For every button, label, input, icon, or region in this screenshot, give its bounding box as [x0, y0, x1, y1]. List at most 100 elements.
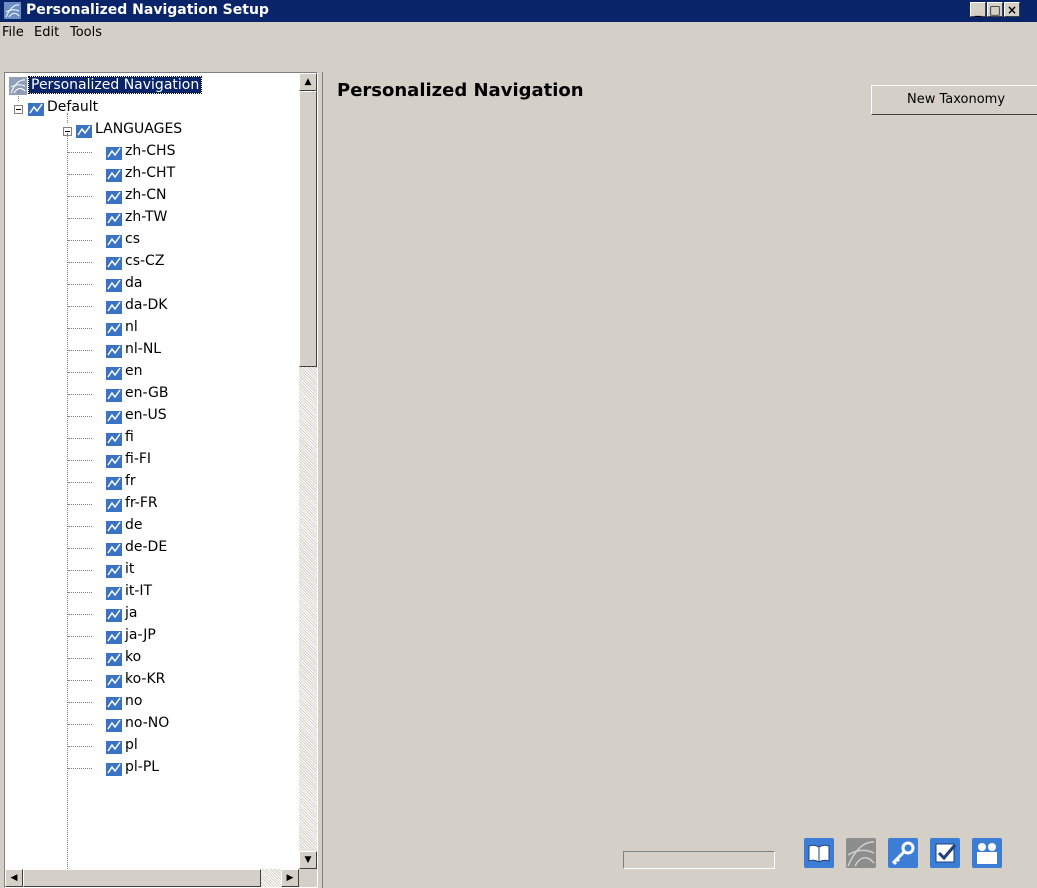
- folder-chart-icon: [28, 103, 44, 116]
- tree-leaf-label: no: [125, 693, 143, 709]
- tree-leaf-item[interactable]: ja: [5, 603, 255, 625]
- tree-leaf-item[interactable]: it: [5, 559, 255, 581]
- tree-leaf-label: pl-PL: [125, 759, 160, 775]
- checklist-icon[interactable]: [929, 837, 961, 869]
- tree-leaf-item[interactable]: pl-PL: [5, 757, 255, 779]
- tree-leaf-item[interactable]: zh-CHT: [5, 163, 255, 185]
- tree-leaf-item[interactable]: no: [5, 691, 255, 713]
- tree-leaf-item[interactable]: de-DE: [5, 537, 255, 559]
- tree-leaf-label: no-NO: [125, 715, 170, 731]
- tree-line: [68, 152, 92, 154]
- tree-leaf-item[interactable]: ja-JP: [5, 625, 255, 647]
- tree-leaf-item[interactable]: da-DK: [5, 295, 255, 317]
- scroll-up-button[interactable]: ▲: [299, 73, 317, 91]
- tree-leaf-label: zh-CHS: [125, 143, 176, 159]
- menu-tools[interactable]: Tools: [70, 25, 102, 40]
- menu-edit[interactable]: Edit: [34, 25, 59, 40]
- tree-node-label: Default: [47, 99, 99, 115]
- tree-leaf-item[interactable]: nl: [5, 317, 255, 339]
- tree-leaf-item[interactable]: fi: [5, 427, 255, 449]
- scrollbar-corner: [299, 869, 317, 887]
- horizontal-scroll-thumb[interactable]: [23, 869, 261, 887]
- tree-leaf-label: cs-CZ: [125, 253, 165, 269]
- tree-leaf-item[interactable]: zh-CHS: [5, 141, 255, 163]
- menu-file[interactable]: File: [2, 25, 24, 40]
- tree-leaf-label: zh-CN: [125, 187, 167, 203]
- tree-leaf-item[interactable]: zh-CN: [5, 185, 255, 207]
- tree-line: [68, 482, 92, 484]
- tree-leaf-label: nl-NL: [125, 341, 162, 357]
- tree-leaf-item[interactable]: de: [5, 515, 255, 537]
- folder-chart-icon: [106, 499, 122, 512]
- tree-node-languages[interactable]: LANGUAGES: [5, 119, 255, 141]
- tree-leaf-item[interactable]: nl-NL: [5, 339, 255, 361]
- scroll-left-button[interactable]: ◀: [5, 869, 23, 887]
- tree-leaf-item[interactable]: en-US: [5, 405, 255, 427]
- tree-leaf-label: ko-KR: [125, 671, 166, 687]
- tree-line: [68, 768, 92, 770]
- title-bar: Personalized Navigation Setup _ □ ×: [0, 0, 1037, 22]
- folder-chart-icon: [106, 631, 122, 644]
- folder-chart-icon: [106, 257, 122, 270]
- vertical-scroll-thumb[interactable]: [299, 91, 317, 367]
- tree-leaf-item[interactable]: no-NO: [5, 713, 255, 735]
- tree-line: [68, 196, 92, 198]
- tree-leaf-item[interactable]: it-IT: [5, 581, 255, 603]
- tree-leaf-item[interactable]: en: [5, 361, 255, 383]
- folder-chart-icon: [106, 367, 122, 380]
- book-icon[interactable]: [803, 837, 835, 869]
- navigation-tree[interactable]: Personalized Navigation Default LANGUAGE…: [5, 73, 299, 869]
- window-title: Personalized Navigation Setup: [26, 2, 269, 18]
- tree-root[interactable]: Personalized Navigation: [5, 75, 295, 97]
- tree-leaf-label: ko: [125, 649, 142, 665]
- tree-line: [68, 614, 92, 616]
- minimize-button[interactable]: _: [970, 2, 986, 17]
- tree-line: [68, 724, 92, 726]
- tree-leaf-item[interactable]: ko-KR: [5, 669, 255, 691]
- folder-chart-icon: [106, 191, 122, 204]
- tree-line: [67, 113, 69, 123]
- folder-chart-icon: [106, 521, 122, 534]
- tree-leaf-item[interactable]: cs: [5, 229, 255, 251]
- vertical-scrollbar[interactable]: ▲ ▼: [299, 73, 317, 869]
- tree-leaf-item[interactable]: zh-TW: [5, 207, 255, 229]
- scroll-down-button[interactable]: ▼: [299, 851, 317, 869]
- tree-line: [68, 350, 92, 352]
- tree-line: [68, 240, 92, 242]
- tree-leaf-item[interactable]: fr-FR: [5, 493, 255, 515]
- folder-chart-icon: [106, 213, 122, 226]
- tree-node-default[interactable]: Default: [5, 97, 205, 119]
- tree-leaf-label: da-DK: [125, 297, 168, 313]
- maximize-button[interactable]: □: [987, 2, 1003, 17]
- folder-chart-icon: [106, 433, 122, 446]
- tree-leaf-item[interactable]: cs-CZ: [5, 251, 255, 273]
- folder-chart-icon: [106, 675, 122, 688]
- close-button[interactable]: ×: [1004, 2, 1020, 17]
- tree-leaf-label: nl: [125, 319, 138, 335]
- tree-leaf-item[interactable]: ko: [5, 647, 255, 669]
- globe-icon[interactable]: [845, 837, 877, 869]
- folder-chart-icon: [106, 653, 122, 666]
- scroll-right-button[interactable]: ▶: [281, 869, 299, 887]
- tree-leaf-item[interactable]: da: [5, 273, 255, 295]
- new-taxonomy-button[interactable]: New Taxonomy: [871, 85, 1037, 115]
- folder-chart-icon: [106, 763, 122, 776]
- folder-chart-icon: [106, 235, 122, 248]
- key-icon[interactable]: [887, 837, 919, 869]
- folder-chart-icon: [106, 455, 122, 468]
- tree-line: [68, 438, 92, 440]
- folder-chart-icon: [106, 169, 122, 182]
- horizontal-scrollbar[interactable]: ◀ ▶: [5, 869, 299, 887]
- tree-leaf-item[interactable]: pl: [5, 735, 255, 757]
- tree-leaf-item[interactable]: en-GB: [5, 383, 255, 405]
- menu-bar: File Edit Tools: [0, 22, 1037, 44]
- tree-leaf-item[interactable]: fi-FI: [5, 449, 255, 471]
- tree-leaf-item[interactable]: fr: [5, 471, 255, 493]
- tree-leaf-label: da: [125, 275, 143, 291]
- tree-leaf-label: zh-TW: [125, 209, 168, 225]
- users-icon[interactable]: [971, 837, 1003, 869]
- tree-line: [18, 91, 20, 101]
- folder-chart-icon: [106, 147, 122, 160]
- folder-chart-icon: [106, 543, 122, 556]
- collapse-toggle[interactable]: [14, 105, 23, 114]
